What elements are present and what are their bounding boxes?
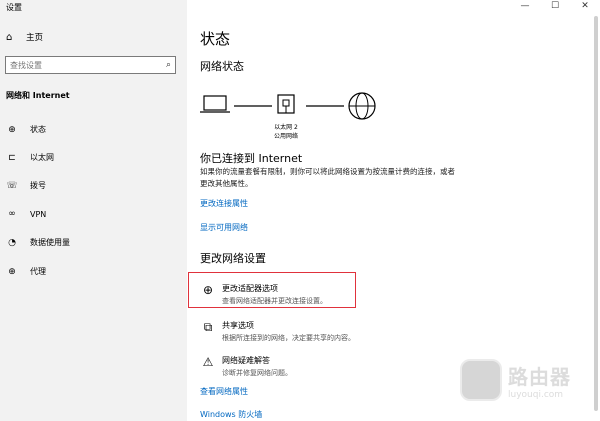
option-title: 共享选项	[222, 321, 254, 330]
option-subtitle: 诊断并修复网络问题。	[222, 369, 292, 377]
network-status-heading: 网络状态	[200, 60, 244, 73]
sidebar-item-label: 拨号	[30, 181, 46, 190]
sidebar-item-proxy[interactable]: ⊕ 代理	[6, 266, 46, 277]
warning-icon: ⚠	[202, 355, 214, 369]
sidebar-item-label: 数据使用量	[30, 238, 70, 247]
option-title: 更改适配器选项	[222, 284, 278, 293]
scrollbar[interactable]	[594, 16, 598, 411]
sidebar-item-label: 代理	[30, 267, 46, 276]
sidebar-section-title: 网络和 Internet	[6, 91, 70, 100]
sidebar-home[interactable]: ⌂ 主页	[6, 31, 44, 44]
adapter-name: 以太网 2	[274, 124, 298, 131]
watermark-sub-text: luyouqi.com	[508, 389, 564, 400]
page-title: 状态	[200, 30, 231, 48]
network-diagram: 以太网 2 公用网络	[200, 90, 390, 140]
home-icon: ⌂	[6, 31, 13, 43]
sidebar-item-vpn[interactable]: ∞ VPN	[6, 209, 46, 219]
home-label: 主页	[26, 33, 44, 43]
sharing-icon: ⧉	[203, 320, 213, 334]
windows-firewall-link[interactable]: Windows 防火墙	[200, 409, 262, 420]
show-available-networks-link[interactable]: 显示可用网络	[200, 222, 248, 233]
connection-description: 如果你的流量套餐有限制，则你可以将此网络设置为按流量计费的连接，或者更改其他属性…	[200, 167, 455, 188]
dialup-icon: ☏	[6, 180, 18, 191]
sidebar-item-data-usage[interactable]: ◔ 数据使用量	[6, 237, 70, 248]
window-title: 设置	[6, 3, 22, 12]
sidebar-item-label: VPN	[30, 209, 47, 219]
view-network-properties-link[interactable]: 查看网络属性	[200, 386, 248, 397]
adapter-icon: ⊕	[202, 283, 214, 297]
vpn-icon: ∞	[8, 209, 16, 219]
option-title: 网络疑难解答	[222, 356, 270, 365]
laptop-icon	[200, 95, 230, 113]
globe-icon	[348, 92, 376, 120]
ethernet-icon: ⊏	[8, 152, 16, 163]
data-usage-icon: ◔	[8, 237, 16, 248]
ethernet-port-icon	[277, 94, 295, 114]
sidebar-item-status[interactable]: ⊕ 状态	[6, 124, 46, 135]
search-icon[interactable]: ⌕	[166, 60, 171, 70]
search-box[interactable]: ⌕	[5, 56, 176, 74]
sidebar-item-dialup[interactable]: ☏ 拨号	[6, 180, 46, 191]
maximize-button[interactable]: ☐	[540, 0, 570, 14]
proxy-icon: ⊕	[8, 266, 16, 277]
connected-heading: 你已连接到 Internet	[200, 152, 303, 165]
minimize-button[interactable]: —	[510, 0, 540, 14]
router-logo-icon	[460, 359, 502, 401]
option-change-adapter[interactable]: ⊕ 更改适配器选项 查看网络适配器并更改连接设置。	[200, 283, 327, 306]
sidebar-item-label: 状态	[30, 125, 46, 134]
sidebar-item-label: 以太网	[30, 153, 54, 162]
watermark: 路由器 luyouqi.com	[460, 355, 590, 405]
status-icon: ⊕	[8, 124, 16, 135]
option-subtitle: 根据所连接到的网络，决定要共享的内容。	[222, 334, 355, 342]
option-subtitle: 查看网络适配器并更改连接设置。	[222, 297, 327, 305]
window-controls: — ☐ ✕	[510, 0, 600, 14]
watermark-main-text: 路由器	[508, 364, 571, 389]
option-sharing[interactable]: ⧉ 共享选项 根据所连接到的网络，决定要共享的内容。	[200, 320, 355, 343]
search-input[interactable]	[10, 60, 160, 70]
close-button[interactable]: ✕	[570, 0, 600, 14]
network-type: 公用网络	[273, 133, 298, 140]
sidebar-item-ethernet[interactable]: ⊏ 以太网	[6, 152, 54, 163]
option-troubleshoot[interactable]: ⚠ 网络疑难解答 诊断并修复网络问题。	[200, 355, 292, 378]
change-connection-properties-link[interactable]: 更改连接属性	[200, 198, 248, 209]
change-network-settings-heading: 更改网络设置	[200, 252, 266, 265]
